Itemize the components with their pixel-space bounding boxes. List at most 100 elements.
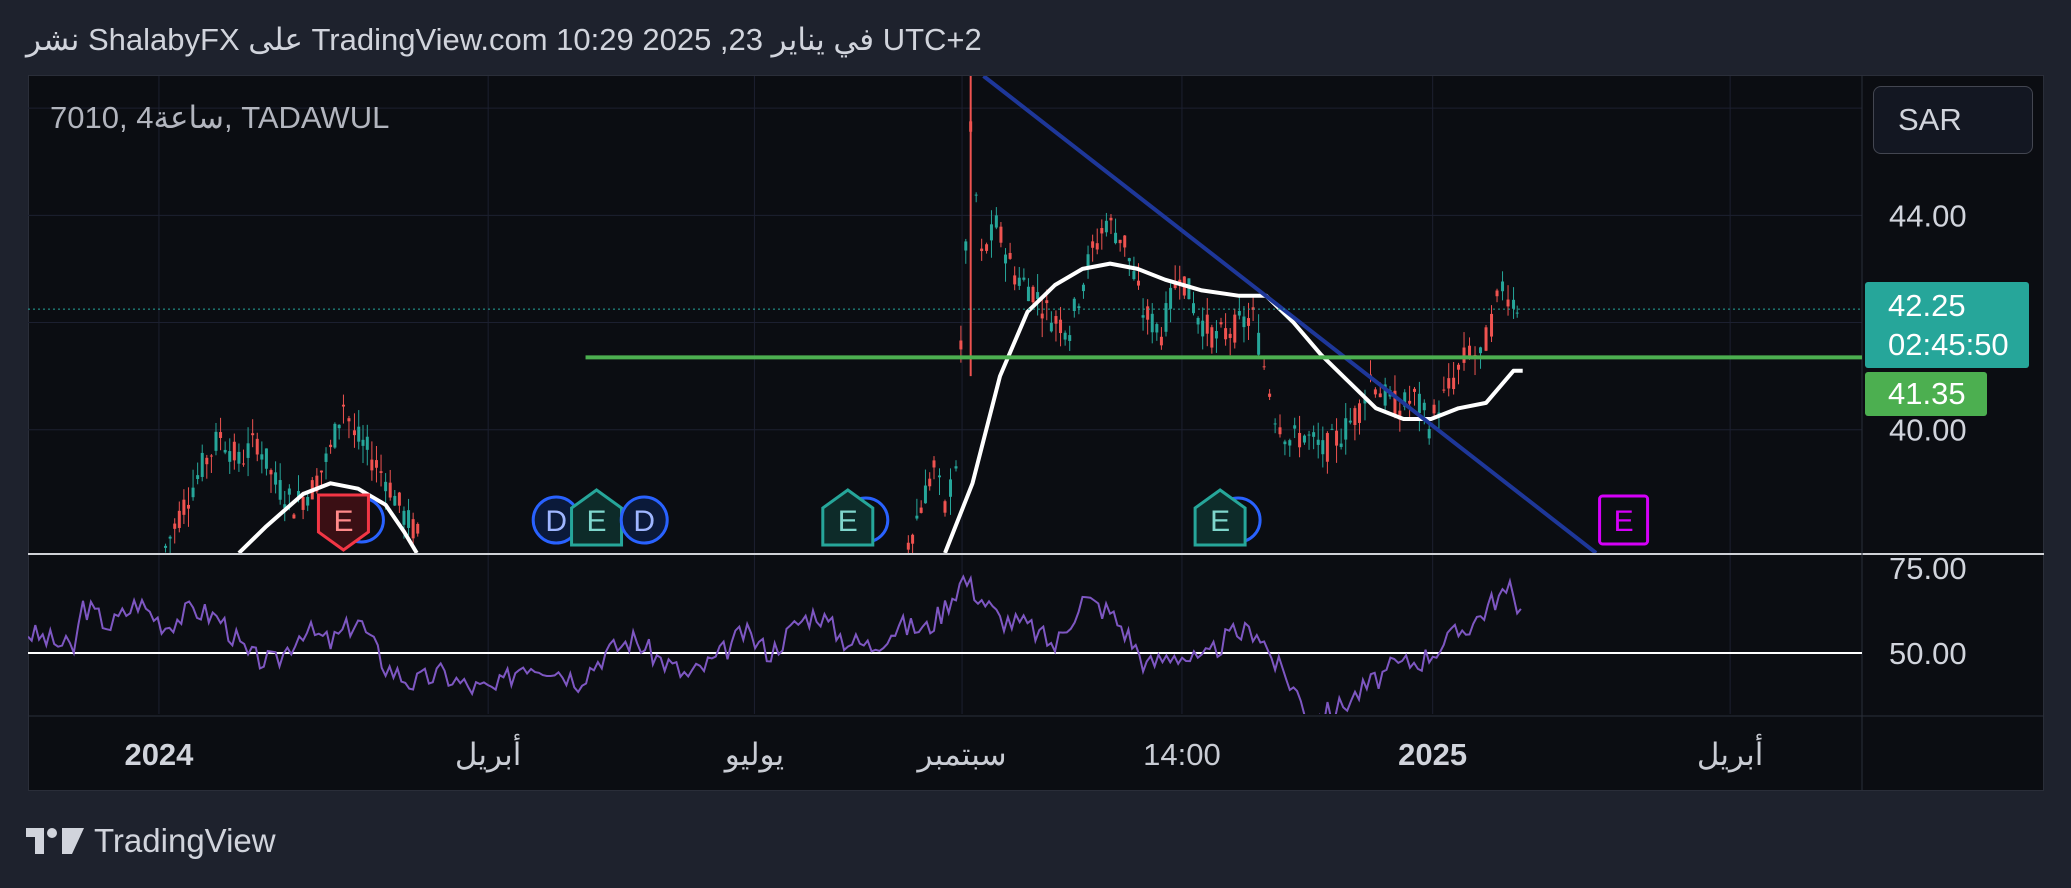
trendline[interactable] [982, 76, 1598, 553]
candle-body [1408, 400, 1412, 404]
candle-body [1068, 335, 1072, 341]
candle-body [274, 472, 278, 485]
candle-body [1017, 277, 1021, 286]
candle-body [1278, 427, 1282, 435]
candle-body [989, 224, 993, 241]
candle-body [1155, 324, 1159, 333]
candle-body [1026, 286, 1030, 302]
candle-body [1196, 317, 1200, 325]
candle-body [264, 448, 268, 469]
candle-body [306, 496, 310, 506]
candle-body [357, 426, 361, 442]
candle-body [1288, 440, 1292, 446]
candle-body [1298, 432, 1302, 448]
candle-body [1501, 281, 1505, 292]
candle-body [1339, 443, 1343, 447]
candle-body [241, 463, 245, 465]
tradingview-logo[interactable]: TradingView [26, 822, 276, 860]
candle-body [200, 452, 204, 477]
candle-body [1273, 423, 1277, 425]
price-axis-label: 44.00 [1889, 198, 1967, 233]
candle-body [1100, 228, 1104, 234]
candle-body [980, 248, 984, 252]
time-axis-label: يوليو [723, 737, 784, 773]
event-label: E [1614, 505, 1634, 538]
candle-body [1348, 420, 1352, 423]
candle-body [361, 439, 365, 446]
candle-body [352, 430, 356, 436]
candle-body [1059, 319, 1063, 334]
candle-body [1344, 418, 1348, 440]
candle-body [182, 499, 186, 515]
candle-body [374, 460, 378, 468]
candle-body [1268, 393, 1272, 397]
currency-button[interactable]: SAR [1873, 86, 2033, 154]
candle-body [974, 194, 978, 196]
candle-body [1452, 377, 1456, 390]
candle-body [906, 542, 910, 550]
candle-body [196, 475, 200, 480]
candle-body [1210, 327, 1214, 348]
candle-body [1247, 318, 1251, 326]
candle-body [1031, 286, 1035, 303]
candle-body [1146, 306, 1150, 320]
candle-body [1447, 378, 1451, 389]
support-level-tag: 41.35 [1865, 372, 1987, 416]
candle-body [1490, 313, 1494, 337]
candle-body [937, 475, 941, 478]
candle-body [1049, 322, 1053, 332]
event-label: D [633, 505, 655, 538]
candle-body [1257, 332, 1261, 355]
candle-body [1159, 336, 1163, 346]
rsi-axis-label: 50.00 [1889, 636, 1967, 671]
tradingview-logo-icon [26, 828, 84, 854]
time-axis-label: 2024 [124, 737, 194, 772]
candle-body [1077, 306, 1081, 309]
candle-body [1512, 299, 1516, 309]
candle-body [1457, 364, 1461, 370]
candle-body [365, 436, 369, 450]
candle-body [1022, 277, 1026, 280]
candle-body [397, 492, 401, 506]
candle-body [177, 510, 181, 528]
candle-body [1321, 440, 1325, 455]
candle-body [1316, 439, 1320, 445]
candle-body [1008, 252, 1012, 259]
candle-body [949, 479, 953, 497]
candle-body [1432, 404, 1436, 414]
candle-body [1004, 254, 1008, 264]
candle-body [223, 449, 227, 453]
current-price-tag: 42.25 02:45:50 [1865, 282, 2029, 368]
candle-body [1378, 393, 1382, 398]
candle-body [232, 441, 236, 461]
candle-body [278, 480, 282, 500]
candle-body [411, 519, 415, 539]
time-axis-label: أبريل [1697, 734, 1763, 773]
candle-body [911, 534, 915, 544]
candle-body [1413, 388, 1417, 392]
rsi-line [28, 574, 1522, 714]
candle-body [1293, 425, 1297, 429]
candle-body [1123, 235, 1127, 248]
candle-body [168, 536, 172, 539]
candle-body [1132, 271, 1136, 280]
candle-body [1330, 428, 1334, 430]
candle-body [1036, 292, 1040, 300]
candle-body [1045, 300, 1049, 304]
candle-body [379, 471, 383, 473]
candle-body [1224, 328, 1228, 340]
current-price-value: 42.25 [1888, 288, 1966, 323]
candle-body [1233, 314, 1237, 343]
time-axis-label: سبتمبر [916, 737, 1007, 773]
candle-body [1515, 312, 1519, 314]
candle-body [1462, 347, 1466, 363]
candle-body [1307, 434, 1311, 436]
candle-body [333, 423, 337, 448]
candle-body [1484, 327, 1488, 351]
tradingview-brand-name: TradingView [94, 822, 276, 859]
symbol-label[interactable]: 7010, 4ساعة, TADAWUL [50, 100, 389, 136]
candle-body [1417, 393, 1421, 414]
candle-body [1506, 299, 1510, 307]
candle-body [1468, 345, 1472, 357]
candle-body [943, 501, 947, 513]
